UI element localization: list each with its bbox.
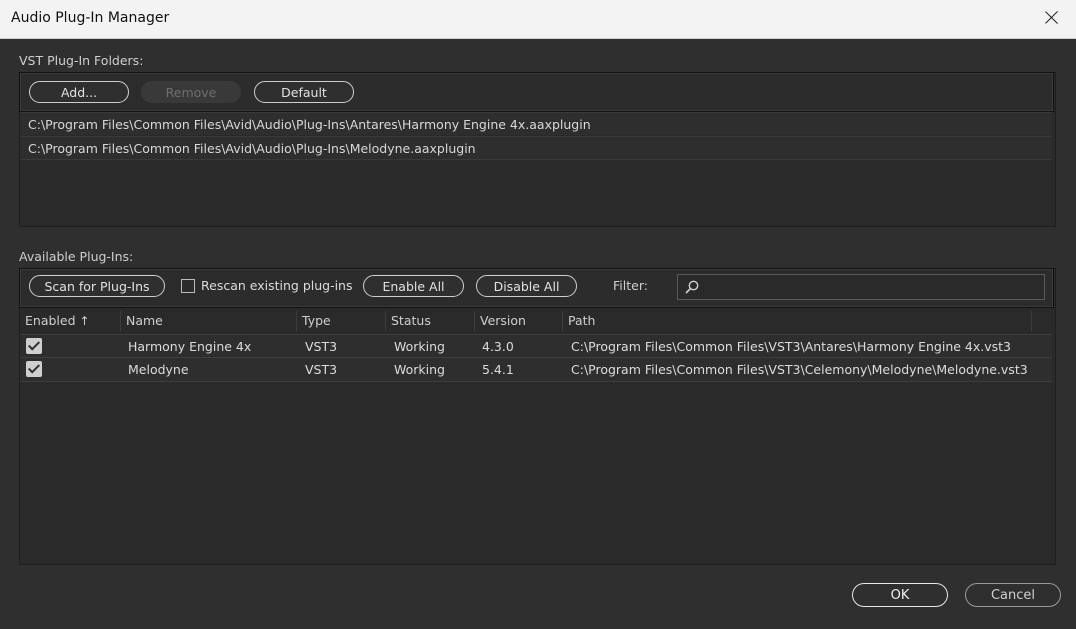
remove-folder-button[interactable]: Remove [141,81,241,103]
filter-input[interactable] [677,274,1045,300]
disable-all-button[interactable]: Disable All [476,275,577,297]
available-plugins-label: Available Plug-Ins: [19,249,134,264]
rescan-checkbox[interactable] [181,279,195,293]
folder-list-item[interactable]: C:\Program Files\Common Files\Avid\Audio… [20,112,1052,135]
plugin-version: 5.4.1 [482,362,514,377]
search-icon [685,280,699,294]
available-plugins-panel [19,268,1056,565]
column-header-type[interactable]: Type [302,313,331,328]
plugin-name: Harmony Engine 4x [128,339,252,354]
cancel-button[interactable]: Cancel [965,583,1061,607]
table-row[interactable]: Melodyne VST3 Working 5.4.1 C:\Program F… [20,357,1052,382]
column-header-enabled[interactable]: Enabled ↑ [25,313,90,328]
column-header-name[interactable]: Name [126,313,163,328]
sort-ascending-icon: ↑ [79,314,90,328]
window-title: Audio Plug-In Manager [11,10,170,26]
column-divider[interactable] [120,311,121,331]
filter-label: Filter: [613,278,648,293]
plugin-version: 4.3.0 [482,339,514,354]
rescan-label: Rescan existing plug-ins [201,278,353,293]
column-divider[interactable] [474,311,475,331]
column-header-path[interactable]: Path [568,313,595,328]
scan-plugins-button[interactable]: Scan for Plug-Ins [29,275,165,297]
enable-all-button[interactable]: Enable All [363,275,464,297]
plugin-name: Melodyne [128,362,189,377]
folder-path: C:\Program Files\Common Files\Avid\Audio… [28,141,476,156]
plugin-type: VST3 [305,339,338,354]
plugin-path: C:\Program Files\Common Files\VST3\Antar… [571,339,1012,354]
folder-list-item[interactable]: C:\Program Files\Common Files\Avid\Audio… [20,136,1052,160]
default-folders-button[interactable]: Default [254,81,354,103]
plugin-status: Working [394,362,445,377]
title-bar: Audio Plug-In Manager [0,0,1076,39]
plugin-type: VST3 [305,362,338,377]
column-header-status[interactable]: Status [391,313,431,328]
column-header-version[interactable]: Version [480,313,526,328]
ok-button[interactable]: OK [852,583,948,607]
enabled-checkbox[interactable] [26,338,42,354]
add-folder-button[interactable]: Add... [29,81,129,103]
column-divider[interactable] [385,311,386,331]
table-row[interactable]: Harmony Engine 4x VST3 Working 4.3.0 C:\… [20,334,1052,358]
plugin-path: C:\Program Files\Common Files\VST3\Celem… [571,362,1028,377]
column-divider[interactable] [1031,311,1032,331]
column-divider[interactable] [296,311,297,331]
vst-folders-label: VST Plug-In Folders: [19,53,144,68]
close-icon[interactable] [1042,8,1062,28]
enabled-checkbox[interactable] [26,361,42,377]
column-divider[interactable] [562,311,563,331]
folder-path: C:\Program Files\Common Files\Avid\Audio… [28,117,591,132]
plugin-status: Working [394,339,445,354]
